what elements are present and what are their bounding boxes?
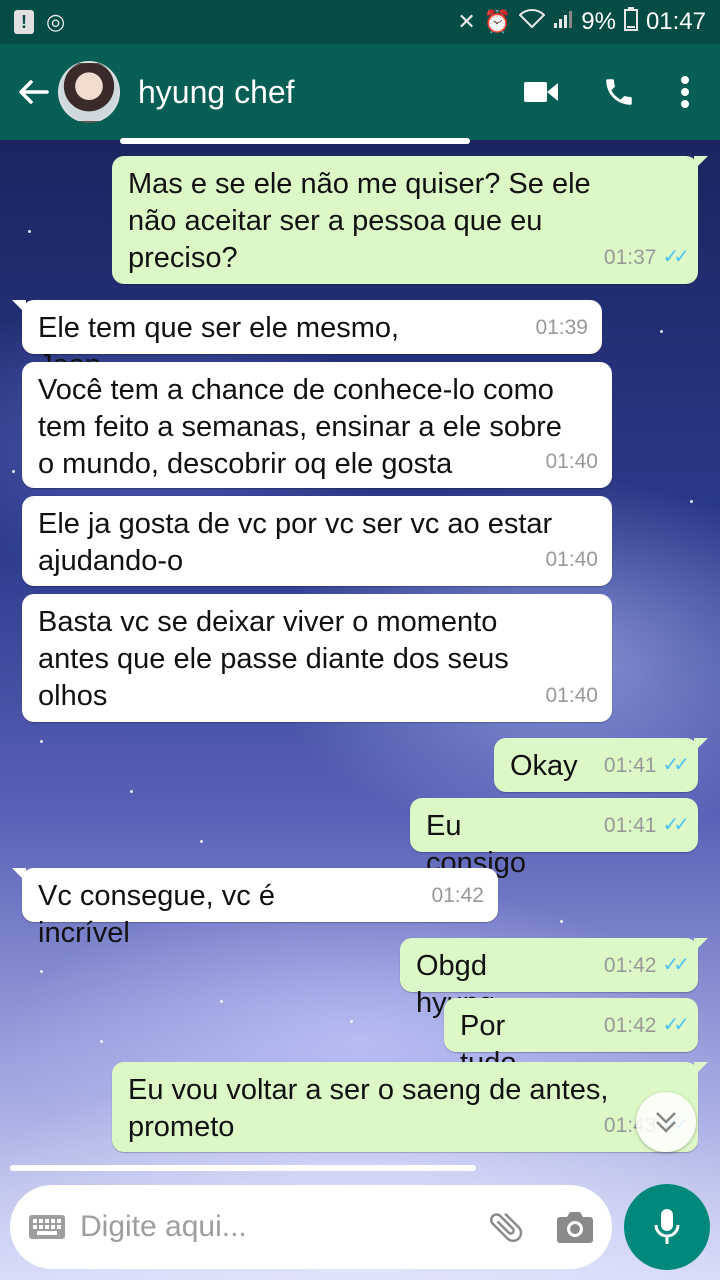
message-time: 01:40 — [545, 548, 598, 571]
status-bar: ! ◎ ✕ ⏰ 9% 01:47 — [0, 0, 720, 44]
message-time: 01:42 — [431, 884, 484, 907]
message-text: Você tem a chance de conhece-lo como tem… — [38, 374, 562, 480]
chat-header: hyung chef — [0, 44, 720, 140]
more-vert-icon[interactable] — [680, 75, 690, 109]
partial-message-edge — [120, 138, 470, 144]
clock: 01:47 — [645, 8, 706, 35]
message-timestamp: 01:40 — [545, 541, 598, 578]
incoming-message[interactable]: Ele tem que ser ele mesmo, Jeon01:39 — [12, 300, 602, 381]
star — [130, 790, 133, 793]
message-timestamp: 01:41 ✓✓ — [603, 807, 690, 844]
star — [660, 330, 663, 333]
outgoing-message[interactable]: Okay 01:41 ✓✓ — [494, 738, 708, 792]
message-timestamp: 01:40 — [545, 677, 598, 714]
message-time: 01:40 — [545, 450, 598, 473]
message-timestamp: 01:42 ✓✓ — [603, 1007, 690, 1044]
read-receipt-icon: ✓✓ — [662, 246, 689, 268]
outgoing-message[interactable]: Mas e se ele não me quiser? Se ele não a… — [112, 156, 708, 284]
video-call-icon[interactable] — [524, 80, 558, 104]
star — [350, 1020, 353, 1023]
message-timestamp: 01:37 ✓✓ — [603, 239, 690, 276]
message-time: 01:41 — [603, 754, 657, 777]
keyboard-icon[interactable] — [28, 1213, 66, 1241]
message-text: Ele ja gosta de vc por vc ser vc ao esta… — [38, 508, 553, 577]
message-time: 01:42 — [603, 954, 657, 977]
star — [28, 230, 31, 233]
message-text: Eu vou voltar a ser o saeng de antes, pr… — [128, 1074, 609, 1143]
star — [220, 1000, 223, 1003]
back-button[interactable] — [8, 62, 58, 122]
mute-icon: ✕ — [457, 9, 476, 34]
outgoing-message[interactable]: Por tudo01:42✓✓ — [444, 998, 698, 1079]
attach-icon[interactable] — [486, 1207, 526, 1247]
voice-message-button[interactable] — [624, 1184, 710, 1270]
message-time: 01:40 — [545, 684, 598, 707]
alarm-icon: ⏰ — [483, 9, 512, 34]
outgoing-message[interactable]: Eu vou voltar a ser o saeng de antes, pr… — [112, 1062, 708, 1152]
read-receipt-icon: ✓✓ — [662, 754, 689, 776]
message-timestamp: 01:42 ✓✓ — [603, 947, 690, 984]
message-timestamp: 01:41 ✓✓ — [603, 747, 690, 784]
battery-percent: 9% — [581, 8, 616, 35]
incoming-message[interactable]: Vc consegue, vc é incrível 01:42 — [12, 868, 498, 949]
notification-alert-icon: ! — [14, 10, 34, 34]
star — [200, 840, 203, 843]
message-timestamp: 01:42 — [431, 877, 484, 914]
star — [40, 740, 43, 743]
battery-icon — [623, 7, 638, 37]
contact-name[interactable]: hyung chef — [138, 74, 295, 111]
mic-icon — [654, 1209, 680, 1244]
message-timestamp: 01:40 — [545, 443, 598, 480]
double-chevron-down-icon — [656, 1112, 676, 1133]
back-arrow-icon — [19, 80, 49, 104]
app-notification-icon: ◎ — [46, 9, 66, 34]
message-timestamp: 01:39 — [535, 309, 588, 346]
incoming-message[interactable]: Ele ja gosta de vc por vc ser vc ao esta… — [22, 496, 612, 586]
message-time: 01:37 — [603, 246, 657, 269]
wifi-icon — [518, 9, 546, 35]
star — [12, 470, 15, 473]
message-time: 01:42 — [603, 1014, 657, 1037]
read-receipt-icon: ✓✓ — [662, 1014, 689, 1036]
message-composer: Digite aqui... — [10, 1185, 612, 1269]
phone-icon[interactable] — [602, 75, 636, 109]
partial-message-edge — [10, 1165, 476, 1171]
read-receipt-icon: ✓✓ — [662, 954, 689, 976]
star — [40, 970, 43, 973]
outgoing-message[interactable]: Obgd hyung01:42✓✓ — [400, 938, 708, 1019]
message-time: 01:41 — [603, 814, 657, 837]
camera-icon[interactable] — [556, 1210, 594, 1244]
star — [560, 920, 563, 923]
star — [100, 1040, 103, 1043]
message-time: 01:39 — [535, 316, 588, 339]
star — [690, 500, 693, 503]
outgoing-message[interactable]: Eu consigo 01:41 ✓✓ — [410, 798, 698, 879]
signal-icon — [553, 9, 573, 35]
message-input[interactable]: Digite aqui... — [80, 1210, 247, 1244]
message-text: Mas e se ele não me quiser? Se ele não a… — [128, 168, 591, 274]
incoming-message[interactable]: Você tem a chance de conhece-lo como tem… — [22, 362, 612, 488]
incoming-message[interactable]: Basta vc se deixar viver o momento antes… — [22, 594, 612, 722]
message-text: Basta vc se deixar viver o momento antes… — [38, 606, 509, 712]
read-receipt-icon: ✓✓ — [662, 814, 689, 836]
avatar[interactable] — [58, 61, 120, 123]
scroll-to-bottom-button[interactable] — [636, 1092, 696, 1152]
